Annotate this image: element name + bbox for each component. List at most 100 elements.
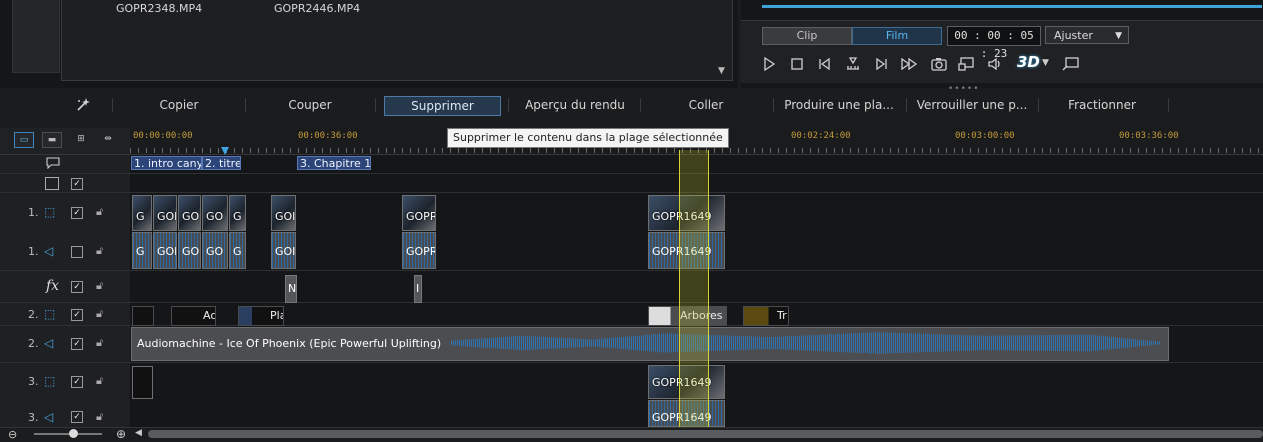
overlay-clip[interactable]: Ac	[171, 306, 216, 326]
magic-wand-icon	[77, 98, 90, 111]
overlay-clip[interactable]: Pla	[238, 306, 284, 326]
split-button[interactable]: Fractionner	[1056, 96, 1148, 114]
audio-track-3-checkbox[interactable]: ✓	[71, 411, 83, 423]
video-clip[interactable]: GO	[202, 195, 228, 231]
delete-button[interactable]: Supprimer	[384, 96, 501, 116]
stop-button[interactable]	[787, 54, 807, 74]
3d-dropdown-chevron-icon[interactable]: ▼	[1042, 58, 1049, 68]
fx-track-checkbox[interactable]: ✓	[71, 281, 83, 293]
snapshot-button[interactable]	[929, 54, 949, 74]
cut-button[interactable]: Couper	[270, 96, 350, 114]
chapter-marker[interactable]: 2. titre	[202, 156, 241, 170]
ruler-label: 00:03:00:00	[955, 131, 1015, 141]
audio-track-2-checkbox[interactable]: ✓	[71, 338, 83, 350]
display-mode-button[interactable]	[957, 54, 977, 74]
magic-tools-button[interactable]	[74, 96, 94, 114]
clip-label: GOI	[275, 245, 296, 258]
audio-clip[interactable]: GO	[178, 232, 201, 269]
timeline-view-button[interactable]: ▭	[14, 132, 34, 148]
lock-icon[interactable]: 🔓︎	[96, 244, 103, 258]
lock-icon[interactable]: 🔓︎	[96, 307, 103, 321]
snapshot-marker-button[interactable]	[843, 54, 863, 74]
3d-mode-button[interactable]: 3D	[1017, 53, 1040, 71]
effect-clip[interactable]: I	[414, 275, 422, 303]
zoom-fit-select[interactable]: Ajuster ▼	[1045, 26, 1129, 44]
video-clip[interactable]: GO	[178, 195, 201, 231]
fast-forward-button[interactable]	[899, 54, 919, 74]
clip-label: GOI	[275, 210, 296, 223]
zoom-slider-knob[interactable]	[69, 429, 78, 438]
video-clip[interactable]	[132, 366, 153, 399]
lock-icon[interactable]: 🔓︎	[96, 336, 103, 350]
video-track-icon: ⬚	[44, 307, 56, 321]
delete-tooltip: Supprimer le contenu dans la plage sélec…	[447, 128, 729, 148]
zoom-in-icon[interactable]: ⊕	[116, 427, 126, 441]
clip-label: I	[416, 282, 420, 295]
produce-range-button[interactable]: Produire une pla...	[782, 96, 896, 114]
subtitle-track-checkbox[interactable]: ✓	[71, 178, 83, 190]
copy-button[interactable]: Copier	[140, 96, 218, 114]
effect-clip[interactable]: N	[285, 275, 297, 303]
video-track-3-checkbox[interactable]: ✓	[71, 376, 83, 388]
subtitle-icon	[45, 177, 59, 190]
preview-progress-bar[interactable]	[762, 5, 1262, 8]
add-track-button[interactable]: ⊞	[72, 132, 90, 146]
media-item-2-name[interactable]: GOPR2446.MP4	[274, 2, 360, 15]
track-divider	[0, 362, 1263, 363]
track-divider	[0, 270, 1263, 271]
clip-mode-button[interactable]: Clip	[762, 27, 852, 45]
timecode-display[interactable]: 00 : 00 : 05 : 23	[947, 26, 1041, 60]
toolbar-separator	[1168, 98, 1169, 112]
external-display-button[interactable]	[1061, 54, 1081, 74]
scroll-left-icon[interactable]: ◀	[135, 428, 142, 438]
video-track-2-checkbox[interactable]: ✓	[71, 309, 83, 321]
zoom-out-icon[interactable]: ⊖	[8, 428, 17, 441]
render-preview-button[interactable]: Aperçu du rendu	[518, 96, 632, 114]
lock-icon[interactable]: 🔓︎	[96, 205, 103, 219]
video-clip[interactable]: GOPR	[402, 195, 436, 231]
media-item-1-name[interactable]: GOPR2348.MP4	[116, 2, 202, 15]
overlay-clip[interactable]: Tr	[743, 306, 789, 326]
toolbar-separator	[112, 98, 113, 112]
next-frame-button[interactable]	[871, 54, 891, 74]
lock-range-button[interactable]: Verrouiller une p...	[914, 96, 1030, 114]
lock-icon[interactable]: 🔓︎	[96, 374, 103, 388]
chevron-down-icon: ▼	[1115, 31, 1122, 41]
lock-icon[interactable]: 🔓︎	[96, 279, 103, 293]
video-clip[interactable]: G	[229, 195, 246, 231]
volume-button[interactable]	[985, 54, 1005, 74]
chapter-marker[interactable]: 3. Chapitre 1	[297, 156, 371, 170]
chapter-marker[interactable]: 1. intro cany	[131, 156, 202, 170]
zoom-slider[interactable]	[34, 433, 102, 435]
audio-clip[interactable]: GOP	[153, 232, 177, 269]
clip-label: G	[233, 210, 242, 223]
storyboard-view-button[interactable]: ▬	[42, 132, 62, 148]
video-clip[interactable]: GOI	[271, 195, 296, 231]
camera-icon	[931, 58, 947, 71]
zoom-fit-value: Ajuster	[1054, 29, 1093, 42]
fit-timeline-icon: ⇹	[104, 134, 112, 144]
audio-clip[interactable]: G	[229, 232, 246, 269]
audio-clip[interactable]: GO	[202, 232, 228, 269]
play-button[interactable]	[759, 54, 779, 74]
horizontal-scrollbar[interactable]	[148, 430, 1263, 438]
video-track-1-checkbox[interactable]: ✓	[71, 207, 83, 219]
fit-timeline-button[interactable]: ⇹	[99, 132, 117, 146]
audio-clip[interactable]: GOPR	[402, 232, 436, 269]
library-scroll-down-icon[interactable]: ▼	[718, 66, 728, 78]
previous-frame-button[interactable]	[815, 54, 835, 74]
lock-icon[interactable]: 🔓︎	[96, 410, 103, 424]
audio-track-1-checkbox[interactable]	[71, 246, 83, 258]
video-clip[interactable]: G	[132, 195, 152, 231]
clip-label: GOP	[157, 245, 176, 258]
toolbar-separator	[1038, 98, 1039, 112]
add-track-icon: ⊞	[77, 134, 85, 144]
clip-label: GO	[182, 210, 200, 223]
audio-clip[interactable]: GOI	[271, 232, 296, 269]
selected-range[interactable]	[679, 150, 709, 427]
paste-button[interactable]: Coller	[664, 96, 748, 114]
audio-clip[interactable]: G	[132, 232, 152, 269]
video-clip[interactable]: GOP	[153, 195, 177, 231]
film-mode-button[interactable]: Film	[852, 27, 942, 45]
overlay-clip[interactable]	[132, 306, 154, 326]
